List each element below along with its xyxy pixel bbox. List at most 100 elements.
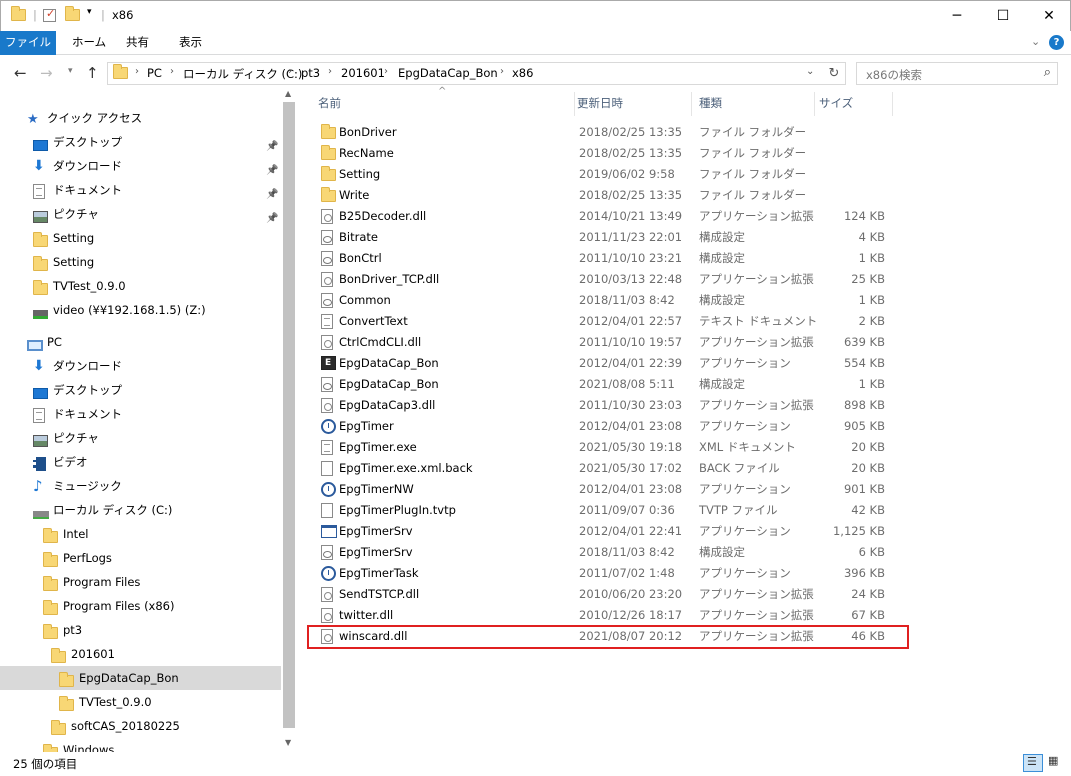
recent-locations-icon[interactable]: ▾ xyxy=(68,66,73,76)
tab-home[interactable]: ホーム xyxy=(60,31,118,55)
nav-item[interactable]: TVTest_0.9.0 xyxy=(0,690,281,714)
nav-item[interactable]: ♪ ミュージック xyxy=(0,474,281,498)
file-row[interactable]: EpgTimerSrv 2018/11/03 8:42 構成設定 6 KB xyxy=(313,542,913,563)
file-row[interactable]: EpgTimerPlugIn.tvtp 2011/09/07 0:36 TVTP フ… xyxy=(313,500,913,521)
breadcrumb-pc[interactable]: PC xyxy=(147,66,162,80)
nav-item[interactable]: Program Files (x86) xyxy=(0,594,281,618)
nav-item[interactable]: デスクトップ xyxy=(0,378,281,402)
new-folder-icon[interactable] xyxy=(65,6,80,23)
nav-item[interactable]: ピクチャ 📌 xyxy=(0,202,281,226)
breadcrumb-x86[interactable]: x86 xyxy=(512,66,533,80)
tab-file[interactable]: ファイル xyxy=(0,31,56,55)
nav-item-label: デスクトップ xyxy=(53,135,122,149)
tab-share[interactable]: 共有 xyxy=(114,31,161,55)
file-size: 67 KB xyxy=(851,608,885,622)
file-row[interactable]: CtrlCmdCLI.dll 2011/10/10 19:57 アプリケーション拡張… xyxy=(313,332,913,353)
nav-item-label: ドキュメント xyxy=(53,407,122,421)
minimize-button[interactable]: ─ xyxy=(934,1,980,31)
breadcrumb-local-disk[interactable]: ローカル ディスク (C:) xyxy=(183,66,302,82)
back-arrow-icon[interactable]: ← xyxy=(14,64,27,82)
file-type: 構成設定 xyxy=(699,377,745,391)
file-row[interactable]: EpgTimerTask 2011/07/02 1:48 アプリケーション 396 K… xyxy=(313,563,913,584)
column-header-type[interactable]: 種類 xyxy=(693,92,815,116)
nav-item[interactable]: 201601 xyxy=(0,642,281,666)
file-row[interactable]: EpgDataCap3.dll 2011/10/30 23:03 アプリケーション拡… xyxy=(313,395,913,416)
nav-item[interactable]: ⬇ ダウンロード 📌 xyxy=(0,154,281,178)
file-row[interactable]: EpgDataCap_Bon 2012/04/01 22:39 アプリケーション 55… xyxy=(313,353,913,374)
nav-item[interactable]: pt3 xyxy=(0,618,281,642)
nav-item[interactable]: ⬇ ダウンロード xyxy=(0,354,281,378)
breadcrumb-pt3[interactable]: pt3 xyxy=(301,66,320,80)
nav-item[interactable]: TVTest_0.9.0 xyxy=(0,274,281,298)
file-row[interactable]: BonDriver 2018/02/25 13:35 ファイル フォルダー xyxy=(313,122,913,143)
nav-item-label: ダウンロード xyxy=(53,359,122,373)
column-header-size[interactable]: サイズ xyxy=(815,92,893,116)
nav-scrollbar[interactable]: ▲ ▼ xyxy=(281,89,297,752)
file-row[interactable]: BonCtrl 2011/10/10 23:21 構成設定 1 KB xyxy=(313,248,913,269)
file-row[interactable]: EpgTimerNW 2012/04/01 23:08 アプリケーション 901 KB xyxy=(313,479,913,500)
file-row[interactable]: Setting 2019/06/02 9:58 ファイル フォルダー xyxy=(313,164,913,185)
details-view-button[interactable]: ☰ xyxy=(1023,754,1043,772)
up-arrow-icon[interactable]: ↑ xyxy=(86,64,99,82)
file-row[interactable]: BonDriver_TCP.dll 2010/03/13 22:48 アプリケーショ… xyxy=(313,269,913,290)
file-row[interactable]: EpgTimer.exe.xml.back 2021/05/30 17:02 BAC… xyxy=(313,458,913,479)
nav-item[interactable]: PerfLogs xyxy=(0,546,281,570)
file-row[interactable]: EpgTimer.exe 2021/05/30 19:18 XML ドキュメント 20… xyxy=(313,437,913,458)
nav-item[interactable]: Setting xyxy=(0,250,281,274)
refresh-button[interactable]: ↻ xyxy=(823,62,846,85)
search-input[interactable]: x86の検索 ⌕ xyxy=(856,62,1058,85)
scrollbar-thumb[interactable] xyxy=(283,102,295,728)
nav-item[interactable]: ドキュメント 📌 xyxy=(0,178,281,202)
tab-view[interactable]: 表示 xyxy=(167,31,214,55)
scroll-up-icon[interactable]: ▲ xyxy=(285,89,291,98)
nav-item[interactable]: video (¥¥192.168.1.5) (Z:) xyxy=(0,298,281,322)
file-row[interactable]: Write 2018/02/25 13:35 ファイル フォルダー xyxy=(313,185,913,206)
file-type: ファイル フォルダー xyxy=(699,188,807,202)
nav-item[interactable]: Program Files xyxy=(0,570,281,594)
navigation-pane[interactable]: ★ クイック アクセス デスクトップ 📌 ⬇ ダウンロード 📌 ドキュメント 📌 ピクチャ 📌 Set… xyxy=(0,92,297,752)
breadcrumb-epgdatacap-bon[interactable]: EpgDataCap_Bon xyxy=(398,66,498,80)
chevron-down-icon[interactable]: ⌄ xyxy=(806,66,814,77)
chevron-down-icon[interactable]: ⌄ xyxy=(1031,35,1040,48)
nav-item[interactable]: ★ クイック アクセス xyxy=(0,106,281,130)
nav-item[interactable]: Setting xyxy=(0,226,281,250)
nav-item-label: Setting xyxy=(53,255,95,269)
file-row[interactable]: twitter.dll 2010/12/26 18:17 アプリケーション拡張 67 … xyxy=(313,605,913,626)
quick-access-dropdown-icon[interactable]: ▾ xyxy=(87,7,92,17)
scroll-down-icon[interactable]: ▼ xyxy=(285,738,291,747)
properties-icon[interactable]: ✓ xyxy=(43,7,56,22)
nav-item[interactable]: ローカル ディスク (C:) xyxy=(0,498,281,522)
file-name: B25Decoder.dll xyxy=(339,209,427,223)
forward-arrow-icon[interactable]: → xyxy=(40,64,53,82)
file-name: EpgDataCap_Bon xyxy=(339,377,439,391)
column-header-name[interactable]: 名前 xyxy=(297,92,575,116)
nav-item[interactable]: ピクチャ xyxy=(0,426,281,450)
nav-item[interactable]: softCAS_20180225 xyxy=(0,714,281,738)
file-row[interactable]: EpgDataCap_Bon 2021/08/08 5:11 構成設定 1 KB xyxy=(313,374,913,395)
nav-item[interactable]: デスクトップ 📌 xyxy=(0,130,281,154)
nav-item[interactable]: Windows xyxy=(0,738,281,752)
large-icons-view-button[interactable]: ▦ xyxy=(1045,754,1065,772)
nav-item-label: ミュージック xyxy=(53,479,122,493)
file-row[interactable]: EpgTimerSrv 2012/04/01 22:41 アプリケーション 1,125… xyxy=(313,521,913,542)
nav-item[interactable]: ビデオ xyxy=(0,450,281,474)
file-row[interactable]: SendTSTCP.dll 2010/06/20 23:20 アプリケーション拡張 2… xyxy=(313,584,913,605)
nav-item[interactable]: EpgDataCap_Bon xyxy=(0,666,281,690)
nav-item[interactable]: PC xyxy=(0,330,281,354)
file-row[interactable]: B25Decoder.dll 2014/10/21 13:49 アプリケーション拡張… xyxy=(313,206,913,227)
column-header-date[interactable]: 更新日時 xyxy=(573,92,692,116)
file-row[interactable]: Common 2018/11/03 8:42 構成設定 1 KB xyxy=(313,290,913,311)
file-row[interactable]: EpgTimer 2012/04/01 23:08 アプリケーション 905 KB xyxy=(313,416,913,437)
breadcrumb-201601[interactable]: 201601 xyxy=(341,66,385,80)
file-row[interactable]: RecName 2018/02/25 13:35 ファイル フォルダー xyxy=(313,143,913,164)
nav-item-label: Program Files (x86) xyxy=(63,599,175,613)
file-size: 25 KB xyxy=(851,272,885,286)
file-row[interactable]: Bitrate 2011/11/23 22:01 構成設定 4 KB xyxy=(313,227,913,248)
nav-item[interactable]: Intel xyxy=(0,522,281,546)
address-bar[interactable]: › PC › ローカル ディスク (C:) › pt3 › 201601 › E… xyxy=(107,62,846,85)
help-icon[interactable]: ? xyxy=(1049,35,1064,50)
nav-item[interactable]: ドキュメント xyxy=(0,402,281,426)
close-button[interactable]: ✕ xyxy=(1026,1,1071,31)
maximize-button[interactable]: ☐ xyxy=(980,1,1026,31)
file-row[interactable]: ConvertText 2012/04/01 22:57 テキスト ドキュメント 2 … xyxy=(313,311,913,332)
